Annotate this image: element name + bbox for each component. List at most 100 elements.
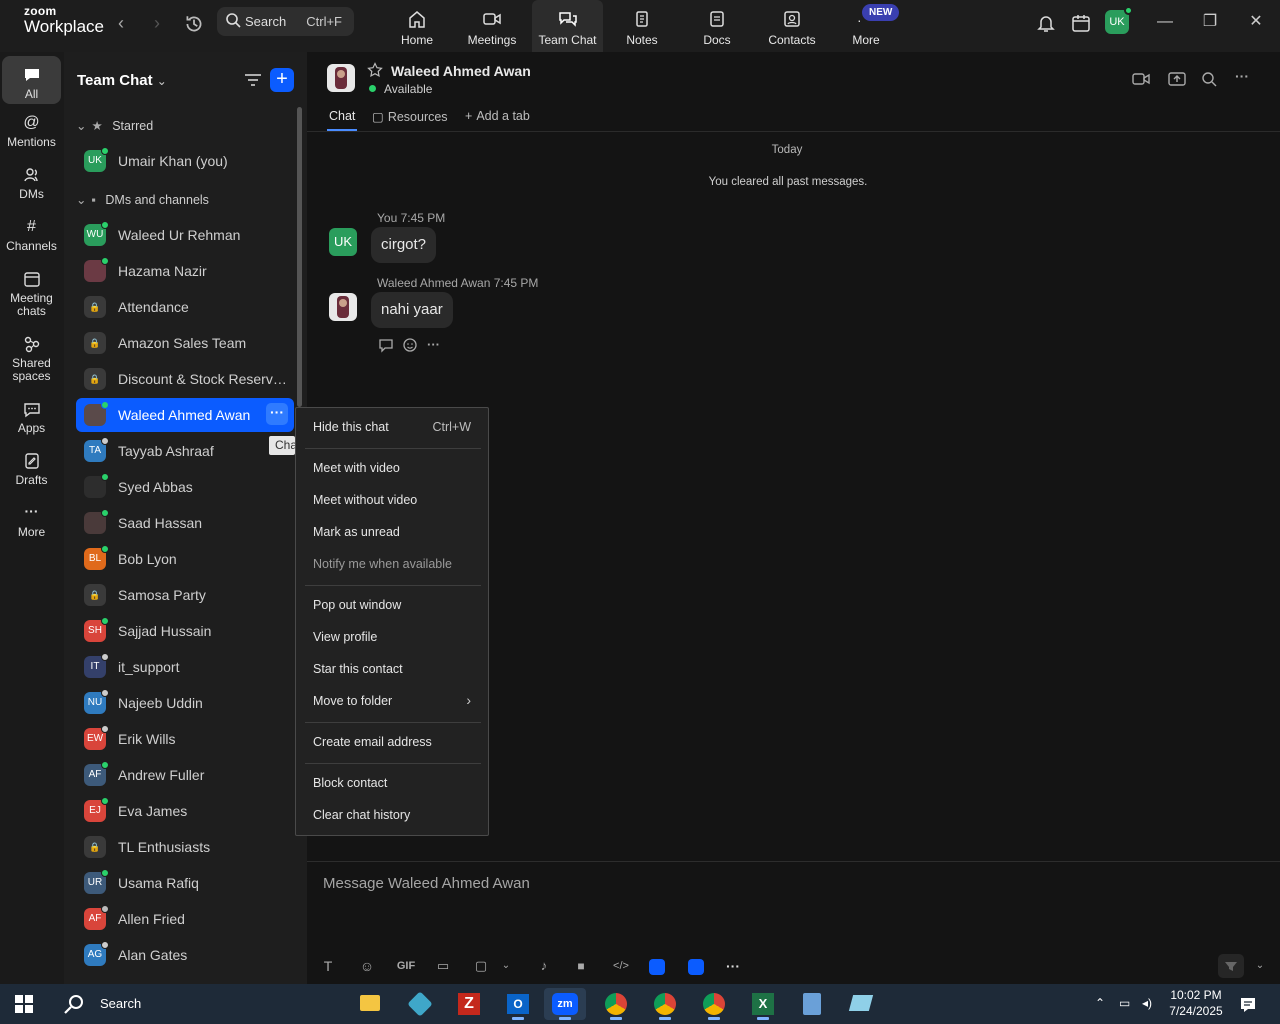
app-icon[interactable] [688,959,704,975]
outlook-icon[interactable]: O [502,988,534,1020]
video-message-icon[interactable]: ■ [572,957,590,975]
bell-icon[interactable] [1035,12,1057,34]
avatar[interactable] [329,293,357,321]
list-item[interactable]: Saad Hassan [76,506,294,540]
tab-home[interactable]: Home [382,0,452,52]
file-icon[interactable]: ▭ [434,957,452,975]
star-icon[interactable] [367,62,383,78]
menu-item-block-contact[interactable]: Block contact [313,776,387,790]
reply-icon[interactable] [378,337,394,353]
chevron-up-icon[interactable]: ⌃ [1095,996,1111,1012]
app-icon[interactable] [845,988,877,1020]
menu-item-star-contact[interactable]: Star this contact [313,662,403,676]
list-item[interactable]: EW Erik Wills [76,722,294,756]
rail-item-dms[interactable]: DMs [2,166,61,208]
rail-item-channels[interactable]: # Channels [2,218,61,260]
menu-item-move-to-folder[interactable]: Move to folder [313,694,392,708]
windows-start-icon[interactable] [15,995,33,1013]
tab-meetings[interactable]: Meetings [457,0,527,52]
share-screen-icon[interactable] [1167,70,1187,88]
gif-button[interactable]: GIF [396,957,416,975]
tab-add[interactable]: + Add a tab [465,109,530,123]
message-bubble[interactable]: cirgot? [371,227,437,263]
list-item[interactable]: 🔒 Amazon Sales Team [76,326,294,360]
new-chat-button[interactable]: + [270,68,294,92]
list-item[interactable]: TA Tayyab Ashraaf [76,434,294,468]
list-item[interactable]: EJ Eva James [76,794,294,828]
message-bubble[interactable]: nahi yaar [371,292,453,328]
list-item[interactable]: IT it_support [76,650,294,684]
restore-icon[interactable]: ❐ [1200,12,1220,32]
sidebar-scrollbar[interactable] [297,107,302,407]
file-explorer-icon[interactable] [354,988,386,1020]
screenshot-icon[interactable]: ▢ [472,957,490,975]
emoji-icon[interactable]: ☺ [358,957,376,975]
forward-arrow-icon[interactable]: › [146,12,168,34]
menu-item-meet-with-video[interactable]: Meet with video [313,461,400,475]
list-item[interactable]: 🔒 Samosa Party [76,578,294,612]
calendar-icon[interactable] [1070,12,1092,34]
menu-item-create-email[interactable]: Create email address [313,735,432,749]
contact-avatar[interactable] [327,64,355,92]
chrome-icon[interactable] [698,988,730,1020]
menu-item-meet-without-video[interactable]: Meet without video [313,493,417,507]
tab-resources[interactable]: ▢ Resources [372,109,448,124]
calculator-icon[interactable] [796,988,828,1020]
list-item[interactable]: Waleed Ahmed Awan ··· [76,398,294,432]
taskbar-search-label[interactable]: Search [100,996,141,1011]
user-avatar[interactable]: UK [1105,6,1133,34]
filezilla-icon[interactable]: Z [453,988,485,1020]
tab-docs[interactable]: Docs [682,0,752,52]
search-icon[interactable] [1200,70,1220,88]
chevron-down-icon[interactable]: ⌄ [497,957,515,975]
volume-icon[interactable]: ◂) [1142,996,1158,1012]
clock[interactable]: 10:02 PM 7/24/2025 [1165,987,1227,1019]
menu-item-clear-history[interactable]: Clear chat history [313,808,410,822]
list-item[interactable]: 🔒 Attendance [76,290,294,324]
rail-item-all[interactable]: All [2,56,61,104]
notifications-icon[interactable] [1239,996,1257,1014]
message-input[interactable]: Message Waleed Ahmed Awan [323,875,530,892]
app-icon[interactable] [649,959,665,975]
more-options-icon[interactable]: ··· [1235,68,1255,86]
close-icon[interactable]: ✕ [1246,12,1266,32]
rail-item-meeting-chats[interactable]: Meeting chats [2,270,61,322]
search-icon[interactable] [63,993,85,1015]
zoom-taskbar-icon[interactable]: zm [544,988,586,1020]
list-item[interactable]: 🔒 Discount & Stock Reservati... [76,362,294,396]
avatar[interactable]: UK [329,228,357,256]
video-camera-icon[interactable] [1131,70,1151,88]
search-bar[interactable]: Search Ctrl+F [217,7,354,36]
menu-item-view-profile[interactable]: View profile [313,630,377,644]
section-starred[interactable]: ⌄ ★ Starred [76,118,153,133]
section-dms[interactable]: ⌄ ▪ DMs and channels [76,192,209,207]
list-item[interactable]: Syed Abbas [76,470,294,504]
more-options-button[interactable]: ··· [266,403,288,425]
code-snippet-icon[interactable]: </> [610,957,632,975]
list-item[interactable]: BL Bob Lyon [76,542,294,576]
list-item[interactable]: Hazama Nazir [76,254,294,288]
chrome-icon[interactable] [600,988,632,1020]
microphone-icon[interactable]: ♪ [535,957,553,975]
app-icon[interactable] [404,988,436,1020]
minimize-icon[interactable]: — [1155,12,1175,32]
list-item[interactable]: UK Umair Khan (you) [76,144,294,178]
rail-item-shared-spaces[interactable]: Shared spaces [2,335,61,387]
back-arrow-icon[interactable]: ‹ [110,12,132,34]
contact-name[interactable]: Waleed Ahmed Awan [391,63,531,79]
list-item[interactable]: WU Waleed Ur Rehman [76,218,294,252]
tab-team-chat[interactable]: Team Chat [532,0,603,52]
more-options-icon[interactable]: ··· [427,337,443,353]
emoji-reaction-icon[interactable] [402,337,418,353]
history-icon[interactable] [183,13,205,35]
list-item[interactable]: UR Usama Rafiq [76,866,294,900]
list-item[interactable]: AG Alan Gates [76,938,294,972]
sidebar-title[interactable]: Team Chat ⌄ [77,72,167,89]
list-item[interactable]: AF Allen Fried [76,902,294,936]
text-format-icon[interactable]: T [319,957,337,975]
list-item[interactable]: 🔒 TL Enthusiasts [76,830,294,864]
chrome-icon[interactable] [649,988,681,1020]
send-button[interactable] [1218,954,1244,978]
list-item[interactable]: AF Andrew Fuller [76,758,294,792]
filter-icon[interactable] [244,72,262,88]
